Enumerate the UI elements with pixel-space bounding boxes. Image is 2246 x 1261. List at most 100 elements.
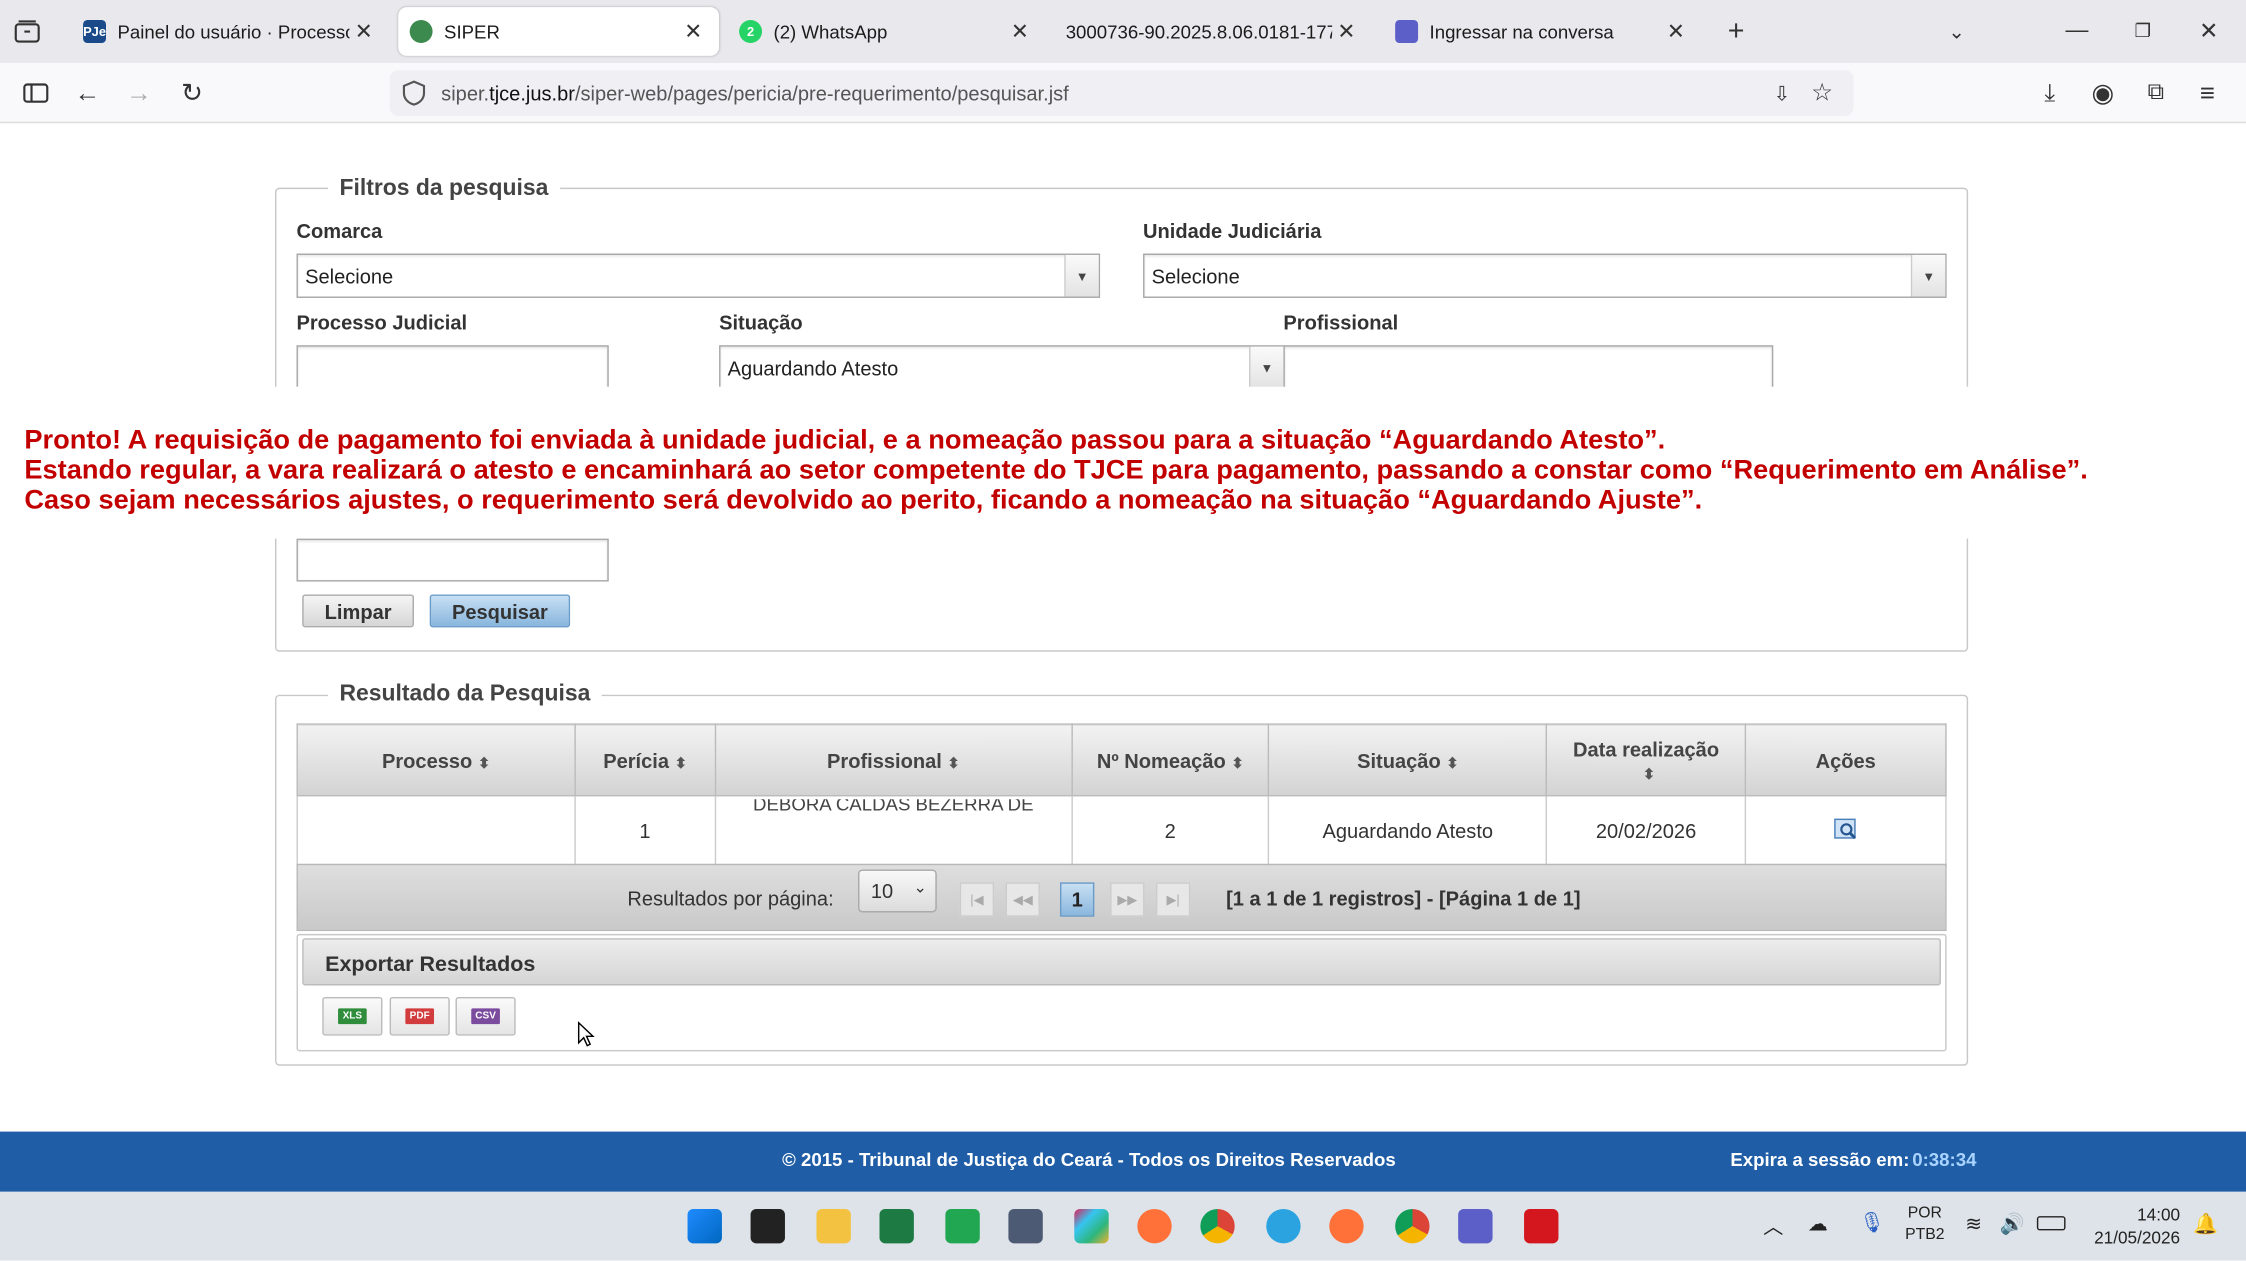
- dropdown-arrow-icon[interactable]: ▼: [1249, 346, 1284, 389]
- telegram-icon[interactable]: [1266, 1208, 1301, 1244]
- reload-icon[interactable]: ↻: [176, 77, 208, 109]
- situacao-select[interactable]: Aguardando Atesto ▼: [719, 345, 1285, 390]
- install-icon[interactable]: ⇩: [1768, 79, 1797, 108]
- task-view-icon[interactable]: [750, 1208, 785, 1244]
- downloads-icon[interactable]: ⤓: [2034, 77, 2066, 109]
- teams-icon[interactable]: [1458, 1208, 1493, 1244]
- address-bar[interactable]: siper. tjce.jus.br/siper-web/pages/perici…: [389, 70, 1854, 117]
- firefox-icon[interactable]: [1137, 1208, 1172, 1244]
- tab-title: (2) WhatsApp: [773, 20, 888, 43]
- tab-title: 3000736-90.2025.8.06.0181-177938: [1065, 20, 1332, 43]
- next-page-button[interactable]: ▶▶: [1110, 882, 1145, 917]
- lang-primary: POR: [1907, 1204, 1942, 1222]
- tab-processo[interactable]: 3000736-90.2025.8.06.0181-177938 ✕: [1054, 7, 1372, 56]
- pesquisar-button[interactable]: Pesquisar: [429, 594, 571, 628]
- bookmark-star-icon[interactable]: ☆: [1808, 79, 1837, 108]
- minimize-icon[interactable]: —: [2060, 14, 2094, 48]
- battery-icon[interactable]: [2036, 1216, 2066, 1231]
- close-tab-icon[interactable]: ✕: [679, 19, 708, 44]
- column-header-situacao[interactable]: Situação ⬍: [1268, 723, 1548, 797]
- tray-chevron-icon[interactable]: ︿: [1763, 1212, 1783, 1241]
- back-icon[interactable]: ←: [72, 77, 104, 109]
- session-label: Expira a sessão em:: [1730, 1148, 1910, 1171]
- current-page-button[interactable]: 1: [1059, 882, 1095, 917]
- column-header-processo[interactable]: Processo ⬍: [296, 723, 576, 797]
- file-explorer-icon[interactable]: [816, 1208, 851, 1244]
- tab-siper[interactable]: SIPER ✕: [398, 7, 720, 56]
- chrome-icon[interactable]: [1200, 1208, 1235, 1244]
- pagination-bar: Resultados por página: 10 ⌄ |◀ ◀◀ 1 ▶▶ ▶…: [296, 863, 1947, 932]
- sidebar-icon[interactable]: [20, 77, 52, 109]
- xls-file-icon: XLS: [338, 1008, 367, 1025]
- comarca-select[interactable]: Selecione ▼: [296, 253, 1101, 298]
- account-icon[interactable]: ◉: [2087, 77, 2119, 109]
- close-tab-icon[interactable]: ✕: [1662, 19, 1691, 44]
- sort-icon[interactable]: ⬍: [948, 756, 960, 772]
- dropdown-arrow-icon[interactable]: ▼: [1064, 254, 1099, 297]
- clock-date: 21/05/2026: [2094, 1227, 2181, 1248]
- input-language[interactable]: POR PTB2: [1905, 1203, 1944, 1246]
- app-green-icon[interactable]: [945, 1208, 980, 1244]
- cell-profissional: DEBORA CALDAS BEZERRA DE: [714, 794, 1073, 867]
- volume-icon[interactable]: 🔊: [2000, 1212, 2025, 1236]
- first-page-button[interactable]: |◀: [959, 882, 995, 917]
- chevron-down-icon[interactable]: ⌄: [1939, 14, 1973, 48]
- situacao-value: Aguardando Atesto: [727, 355, 899, 379]
- close-tab-icon[interactable]: ✕: [1332, 19, 1361, 44]
- close-window-icon[interactable]: ✕: [2192, 14, 2226, 48]
- column-header-profissional[interactable]: Profissional ⬍: [714, 723, 1073, 797]
- unidade-select[interactable]: Selecione ▼: [1143, 253, 1947, 298]
- clock[interactable]: 14:00 21/05/2026: [2086, 1203, 2181, 1249]
- processo-input[interactable]: [296, 345, 609, 390]
- column-header-data[interactable]: Data realização ⬍: [1545, 723, 1747, 797]
- sort-icon[interactable]: ⬍: [1643, 767, 1655, 783]
- tab-painel[interactable]: PJe Painel do usuário · Processo Jud ✕: [72, 7, 390, 56]
- firefox-active-icon[interactable]: [1329, 1208, 1364, 1244]
- sort-icon[interactable]: ⬍: [1231, 756, 1243, 772]
- extra-filter-input[interactable]: [296, 538, 609, 582]
- site-info-icon[interactable]: [402, 80, 426, 110]
- view-details-icon[interactable]: [1833, 817, 1859, 844]
- tab-whatsapp[interactable]: 2 (2) WhatsApp ✕: [728, 7, 1046, 56]
- tab-title: SIPER: [444, 20, 500, 43]
- chrome-profile-icon[interactable]: [1395, 1208, 1430, 1244]
- sort-icon[interactable]: ⬍: [1446, 756, 1458, 772]
- microphone-icon[interactable]: 🎙: [1859, 1210, 1884, 1234]
- menu-icon[interactable]: ≡: [2192, 77, 2224, 109]
- windows-start-icon[interactable]: [687, 1208, 722, 1244]
- prev-page-button[interactable]: ◀◀: [1005, 882, 1040, 917]
- close-tab-icon[interactable]: ✕: [350, 19, 379, 44]
- column-header-nomeacao[interactable]: Nº Nomeação ⬍: [1070, 723, 1270, 797]
- tab-teams[interactable]: Ingressar na conversa ✕: [1384, 7, 1702, 56]
- slack-icon[interactable]: [1074, 1208, 1109, 1244]
- new-tab-icon[interactable]: +: [1719, 14, 1753, 48]
- export-xls-button[interactable]: XLS: [322, 996, 383, 1036]
- column-header-pericia[interactable]: Perícia ⬍: [574, 723, 716, 797]
- export-csv-button[interactable]: CSV: [455, 996, 516, 1036]
- sort-icon[interactable]: ⬍: [478, 756, 490, 772]
- export-pdf-button[interactable]: PDF: [389, 996, 450, 1036]
- pdf-file-icon: PDF: [405, 1008, 435, 1025]
- acrobat-icon[interactable]: [1524, 1208, 1559, 1244]
- tab-list-icon[interactable]: [11, 17, 43, 46]
- profissional-input[interactable]: [1283, 345, 1774, 390]
- per-page-label: Resultados por página:: [627, 886, 834, 910]
- whatsapp-favicon-icon: 2: [739, 20, 763, 43]
- cell-situacao: Aguardando Atesto: [1268, 794, 1548, 867]
- profissional-label: Profissional: [1283, 310, 1399, 334]
- onedrive-icon[interactable]: ☁: [1808, 1212, 1828, 1236]
- limpar-button[interactable]: Limpar: [302, 594, 414, 628]
- sort-icon[interactable]: ⬍: [675, 756, 687, 772]
- last-page-button[interactable]: ▶|: [1155, 882, 1191, 917]
- dropdown-arrow-icon[interactable]: ▼: [1910, 254, 1946, 297]
- extensions-icon[interactable]: ⧉: [2140, 77, 2172, 109]
- cell-data: 20/02/2026: [1545, 794, 1747, 867]
- wifi-icon[interactable]: ≋: [1965, 1212, 1982, 1236]
- per-page-select[interactable]: 10 ⌄: [858, 869, 937, 913]
- notification-bell-icon[interactable]: 🔔: [2193, 1212, 2218, 1236]
- forward-icon[interactable]: →: [123, 77, 155, 109]
- restore-icon[interactable]: ❐: [2126, 14, 2160, 48]
- calculator-icon[interactable]: [1008, 1208, 1043, 1244]
- excel-icon[interactable]: [879, 1208, 914, 1244]
- close-tab-icon[interactable]: ✕: [1006, 19, 1035, 44]
